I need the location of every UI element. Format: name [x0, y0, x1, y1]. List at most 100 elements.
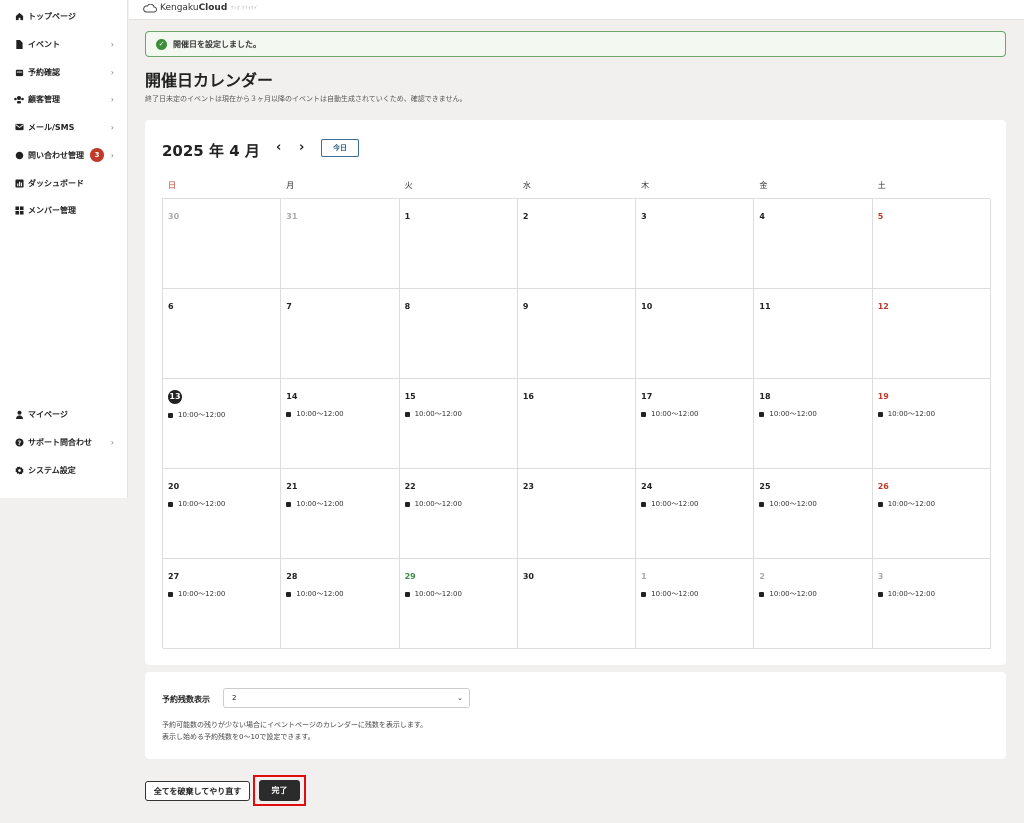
event-time: 10:00〜12:00 — [296, 500, 344, 508]
gear-icon — [14, 465, 24, 475]
sidebar-item-gear[interactable]: システム設定 — [14, 462, 122, 478]
day-number: 30 — [522, 572, 534, 581]
event-time: 10:00〜12:00 — [414, 500, 462, 508]
sidebar-item-calendar[interactable]: 予約確認 › — [14, 64, 122, 80]
sidebar-item-mail[interactable]: メール/SMS › — [14, 119, 122, 135]
home-icon — [14, 11, 24, 21]
done-button[interactable]: 完了 — [259, 780, 300, 801]
sidebar-item-help[interactable]: ? サポート問合わせ › — [14, 434, 122, 450]
day-number: 22 — [404, 482, 416, 491]
calendar-day-cell[interactable]: 29 10:00〜12:00 — [399, 559, 518, 649]
calendar-day-cell[interactable]: 6 — [163, 289, 282, 379]
day-number: 24 — [641, 482, 653, 491]
event-slot[interactable]: 10:00〜12:00 — [404, 499, 512, 509]
sidebar-item-document[interactable]: イベント › — [14, 36, 122, 52]
calendar-day-cell[interactable]: 14 10:00〜12:00 — [281, 379, 400, 469]
day-number: 31 — [286, 212, 298, 221]
event-slot[interactable]: 10:00〜12:00 — [641, 589, 748, 599]
calendar-day-cell[interactable]: 25 10:00〜12:00 — [754, 469, 873, 559]
day-number: 3 — [877, 572, 884, 581]
calendar-day-cell[interactable]: 22 10:00〜12:00 — [399, 469, 518, 559]
prev-month-button[interactable]: ‹ — [276, 140, 281, 155]
calendar-day-cell[interactable]: 31 — [281, 199, 400, 289]
event-time: 10:00〜12:00 — [651, 590, 699, 598]
calendar-day-cell[interactable]: 17 10:00〜12:00 — [636, 379, 755, 469]
calendar-month-label: 2025 年 4 月 — [162, 142, 260, 160]
day-number: 17 — [641, 392, 653, 401]
event-slot[interactable]: 10:00〜12:00 — [168, 410, 275, 420]
app-logo[interactable]: Kengaku Cloud ｹﾝｶﾞｸｸﾗｳﾄﾞ — [143, 3, 259, 13]
calendar-day-cell[interactable]: 16 — [517, 379, 637, 469]
calendar-day-cell[interactable]: 2 10:00〜12:00 — [754, 559, 873, 649]
event-slot[interactable]: 10:00〜12:00 — [759, 589, 866, 599]
calendar-day-cell[interactable]: 2 — [517, 199, 637, 289]
event-marker-icon — [168, 591, 173, 597]
day-number: 9 — [522, 302, 529, 311]
event-slot[interactable]: 10:00〜12:00 — [759, 499, 866, 509]
sidebar-item-home[interactable]: トップページ — [14, 8, 122, 24]
calendar-day-cell[interactable]: 5 — [872, 199, 991, 289]
next-month-button[interactable]: › — [299, 140, 304, 155]
calendar-day-cell[interactable]: 11 — [754, 289, 873, 379]
event-slot[interactable]: 10:00〜12:00 — [286, 409, 393, 419]
day-number: 4 — [759, 212, 765, 221]
calendar-day-cell[interactable]: 1 10:00〜12:00 — [636, 559, 755, 649]
calendar-day-cell[interactable]: 3 — [636, 199, 755, 289]
event-slot[interactable]: 10:00〜12:00 — [404, 589, 512, 599]
sidebar-item-label: メール/SMS — [28, 122, 75, 132]
calendar-day-cell[interactable]: 9 — [517, 289, 637, 379]
event-time: 10:00〜12:00 — [296, 590, 344, 598]
day-number: 3 — [641, 212, 647, 221]
calendar-day-cell[interactable]: 8 — [399, 289, 518, 379]
event-slot[interactable]: 10:00〜12:00 — [641, 409, 748, 419]
event-slot[interactable]: 10:00〜12:00 — [286, 589, 393, 599]
event-slot[interactable]: 10:00〜12:00 — [641, 499, 748, 509]
day-number: 5 — [877, 212, 884, 221]
calendar-day-cell[interactable]: 27 10:00〜12:00 — [163, 559, 282, 649]
event-slot[interactable]: 10:00〜12:00 — [877, 499, 985, 509]
today-button[interactable]: 今日 — [321, 139, 359, 157]
event-slot[interactable]: 10:00〜12:00 — [404, 409, 512, 419]
event-marker-icon — [759, 501, 765, 507]
calendar-day-cell[interactable]: 18 10:00〜12:00 — [754, 379, 873, 469]
calendar-day-cell[interactable]: 28 10:00〜12:00 — [281, 559, 400, 649]
event-marker-icon — [286, 411, 292, 417]
calendar-day-cell[interactable]: 1 — [399, 199, 518, 289]
remaining-select[interactable]: 2 ⌄ — [223, 688, 470, 708]
sidebar-item-users[interactable]: 顧客管理 › — [14, 91, 122, 107]
chat-icon — [14, 150, 24, 160]
sidebar-item-chart[interactable]: ダッシュボード — [14, 175, 122, 191]
calendar-day-cell[interactable]: 15 10:00〜12:00 — [399, 379, 518, 469]
calendar-day-cell[interactable]: 3 10:00〜12:00 — [872, 559, 991, 649]
sidebar-item-person[interactable]: マイページ — [14, 406, 122, 422]
calendar-day-cell[interactable]: 12 — [872, 289, 991, 379]
event-marker-icon — [286, 591, 292, 597]
calendar-day-cell[interactable]: 13 10:00〜12:00 — [163, 379, 282, 469]
day-number: 2 — [759, 572, 765, 581]
calendar-day-cell[interactable]: 21 10:00〜12:00 — [281, 469, 400, 559]
calendar-day-cell[interactable]: 23 — [517, 469, 637, 559]
event-slot[interactable]: 10:00〜12:00 — [877, 589, 985, 599]
calendar-day-cell[interactable]: 19 10:00〜12:00 — [872, 379, 991, 469]
day-number: 7 — [286, 302, 292, 311]
event-time: 10:00〜12:00 — [651, 500, 699, 508]
sidebar-item-grid[interactable]: メンバー管理 — [14, 202, 122, 218]
calendar-day-cell[interactable]: 7 — [281, 289, 400, 379]
calendar-day-cell[interactable]: 30 — [517, 559, 637, 649]
event-slot[interactable]: 10:00〜12:00 — [286, 499, 393, 509]
sidebar-item-chat[interactable]: 問い合わせ管理 3 › — [14, 147, 122, 163]
calendar-day-cell[interactable]: 30 — [163, 199, 282, 289]
event-slot[interactable]: 10:00〜12:00 — [168, 499, 275, 509]
calendar-day-cell[interactable]: 4 — [754, 199, 873, 289]
event-slot[interactable]: 10:00〜12:00 — [168, 589, 275, 599]
day-number: 25 — [759, 482, 771, 491]
calendar-day-cell[interactable]: 20 10:00〜12:00 — [163, 469, 282, 559]
reset-all-button[interactable]: 全てを破棄してやり直す — [145, 781, 250, 801]
calendar-day-cell[interactable]: 24 10:00〜12:00 — [636, 469, 755, 559]
event-slot[interactable]: 10:00〜12:00 — [759, 409, 866, 419]
calendar-day-cell[interactable]: 10 — [636, 289, 755, 379]
calendar-day-cell[interactable]: 26 10:00〜12:00 — [872, 469, 991, 559]
chevron-right-icon: › — [110, 437, 114, 447]
day-number: 29 — [404, 572, 416, 581]
event-slot[interactable]: 10:00〜12:00 — [877, 409, 985, 419]
